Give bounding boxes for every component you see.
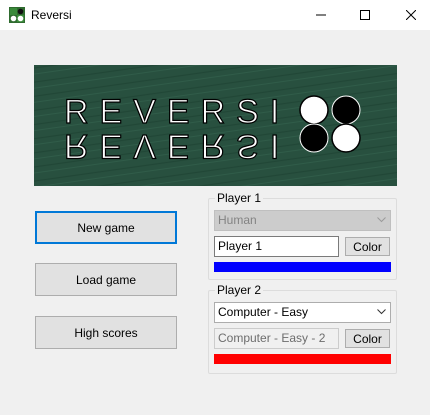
player1-name-value: Player 1 — [218, 239, 263, 253]
player2-type-value: Computer - Easy — [218, 305, 309, 319]
maximize-icon — [360, 10, 370, 20]
player1-name-input[interactable]: Player 1 — [214, 236, 339, 257]
load-game-button[interactable]: Load game — [35, 263, 177, 296]
player1-color-swatch — [214, 262, 391, 272]
player1-type-select: Human — [214, 210, 391, 231]
banner-title-reflection: REVERSI — [64, 127, 290, 165]
chevron-down-icon — [377, 309, 386, 315]
player1-color-button[interactable]: Color — [345, 237, 390, 256]
minimize-button[interactable] — [298, 0, 344, 30]
window-title: Reversi — [31, 8, 72, 22]
close-button[interactable] — [388, 0, 430, 30]
player2-name-value: Computer - Easy - 2 — [218, 331, 326, 345]
maximize-button[interactable] — [342, 0, 388, 30]
chevron-down-icon — [377, 217, 386, 223]
reversi-app-icon — [9, 7, 25, 23]
title-bar: Reversi — [0, 0, 430, 30]
banner-title: REVERSI — [64, 93, 290, 131]
player2-color-button[interactable]: Color — [345, 329, 390, 348]
player1-group-label: Player 1 — [215, 191, 264, 205]
high-scores-button[interactable]: High scores — [35, 316, 177, 349]
player2-group-label: Player 2 — [215, 283, 264, 297]
player2-type-select[interactable]: Computer - Easy — [214, 302, 391, 323]
minimize-icon — [316, 14, 326, 16]
close-icon — [406, 10, 416, 20]
new-game-button[interactable]: New game — [35, 211, 177, 244]
player2-color-swatch — [214, 354, 391, 364]
reversi-banner: REVERSI REVERSI — [34, 65, 397, 186]
player2-name-input: Computer - Easy - 2 — [214, 328, 339, 349]
player1-type-value: Human — [218, 213, 257, 227]
